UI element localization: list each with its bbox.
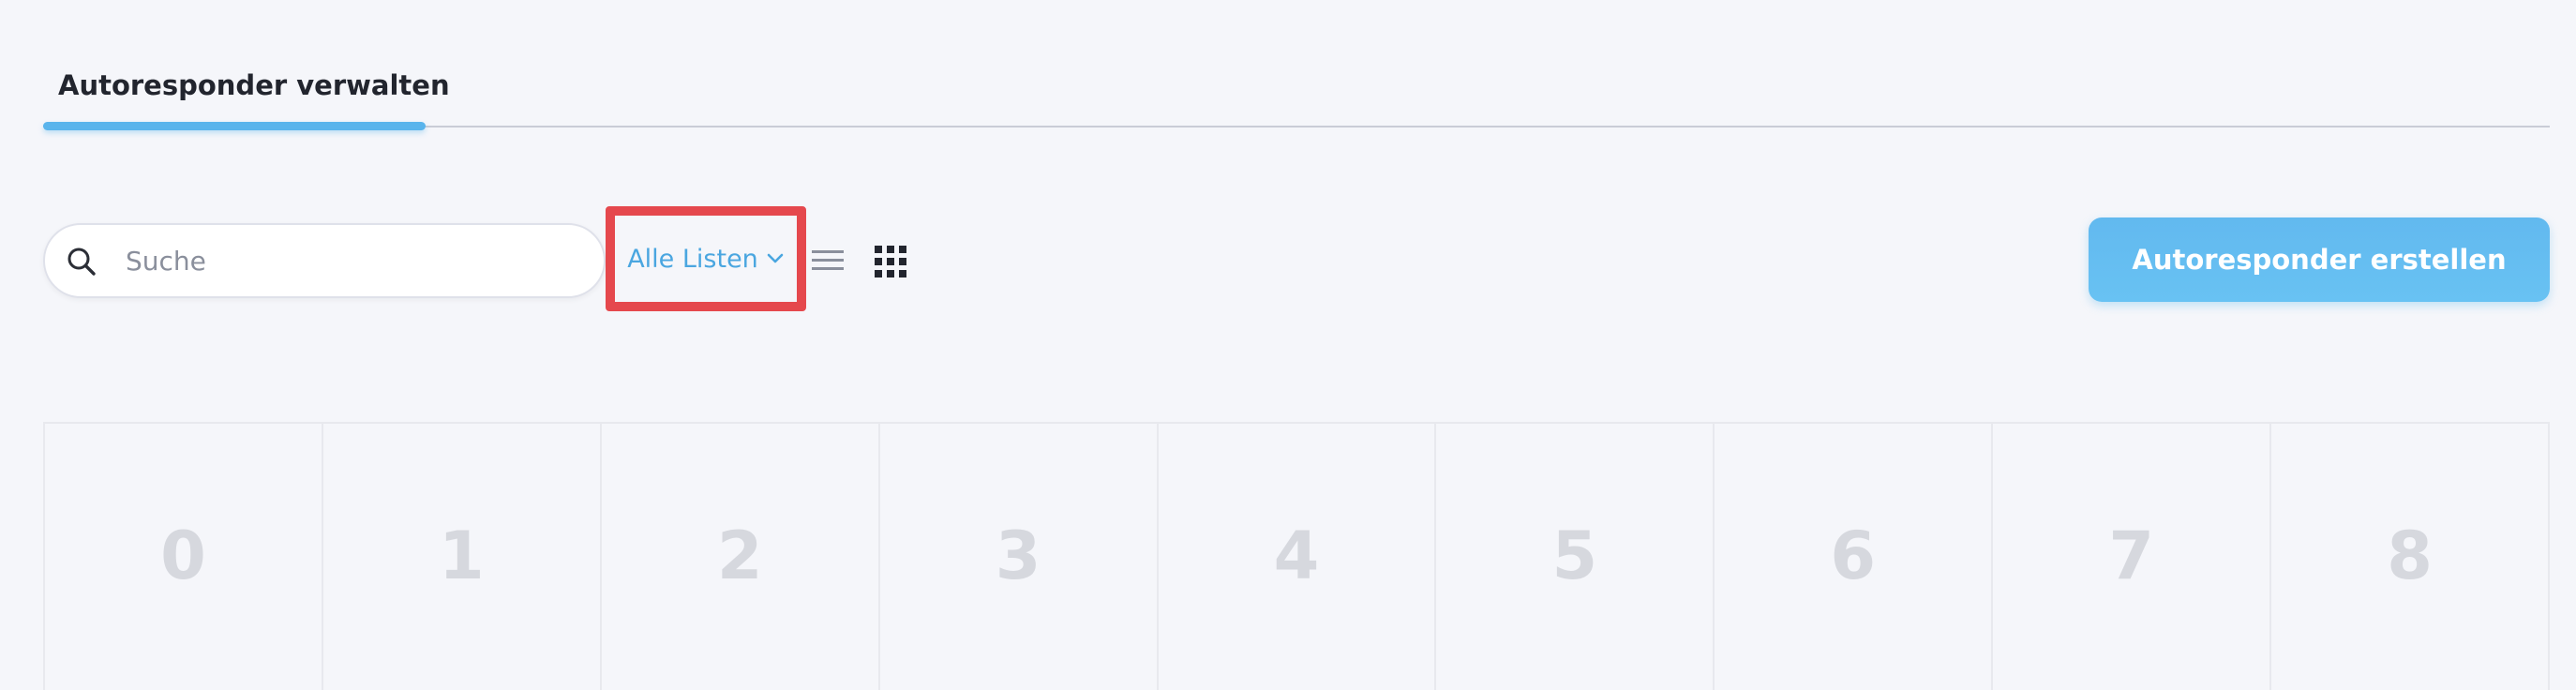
cell-number: 3	[995, 518, 1041, 594]
grid-cell: 2	[599, 424, 878, 690]
create-autoresponder-button[interactable]: Autoresponder erstellen	[2089, 218, 2550, 302]
cell-number: 8	[2387, 518, 2433, 594]
cell-number: 7	[2108, 518, 2155, 594]
search-box[interactable]	[43, 223, 606, 298]
page: Autoresponder verwalten Alle Listen Auto…	[0, 0, 2576, 690]
grid-cell: 0	[43, 424, 322, 690]
tab-label: Autoresponder verwalten	[58, 69, 450, 101]
search-input[interactable]	[126, 240, 576, 281]
list-view-icon[interactable]	[812, 248, 844, 273]
chevron-down-icon	[767, 253, 784, 263]
list-filter-dropdown[interactable]: Alle Listen	[606, 206, 806, 311]
cell-number: 2	[716, 518, 763, 594]
cell-number: 0	[160, 518, 206, 594]
grid-cell: 8	[2269, 424, 2551, 690]
grid-cell: 3	[877, 424, 1157, 690]
grid-cell: 6	[1713, 424, 1991, 690]
autoresponder-grid: 0 1 2 3 4 5 6 7 8	[43, 422, 2551, 690]
grid-cell: 7	[1991, 424, 2269, 690]
grid-cell: 1	[321, 424, 600, 690]
grid-cell: 4	[1156, 424, 1435, 690]
list-filter-label: Alle Listen	[627, 244, 758, 274]
tab-bar: Autoresponder verwalten	[43, 0, 2550, 131]
cell-number: 6	[1830, 518, 1877, 594]
active-tab-indicator	[43, 122, 426, 130]
tab-autoresponder-manage[interactable]: Autoresponder verwalten	[43, 62, 450, 130]
cell-number: 4	[1273, 518, 1320, 594]
cell-number: 1	[438, 518, 485, 594]
grid-view-icon[interactable]	[875, 246, 906, 278]
grid-cell: 5	[1434, 424, 1713, 690]
cell-number: 5	[1551, 518, 1598, 594]
search-icon	[67, 248, 96, 276]
